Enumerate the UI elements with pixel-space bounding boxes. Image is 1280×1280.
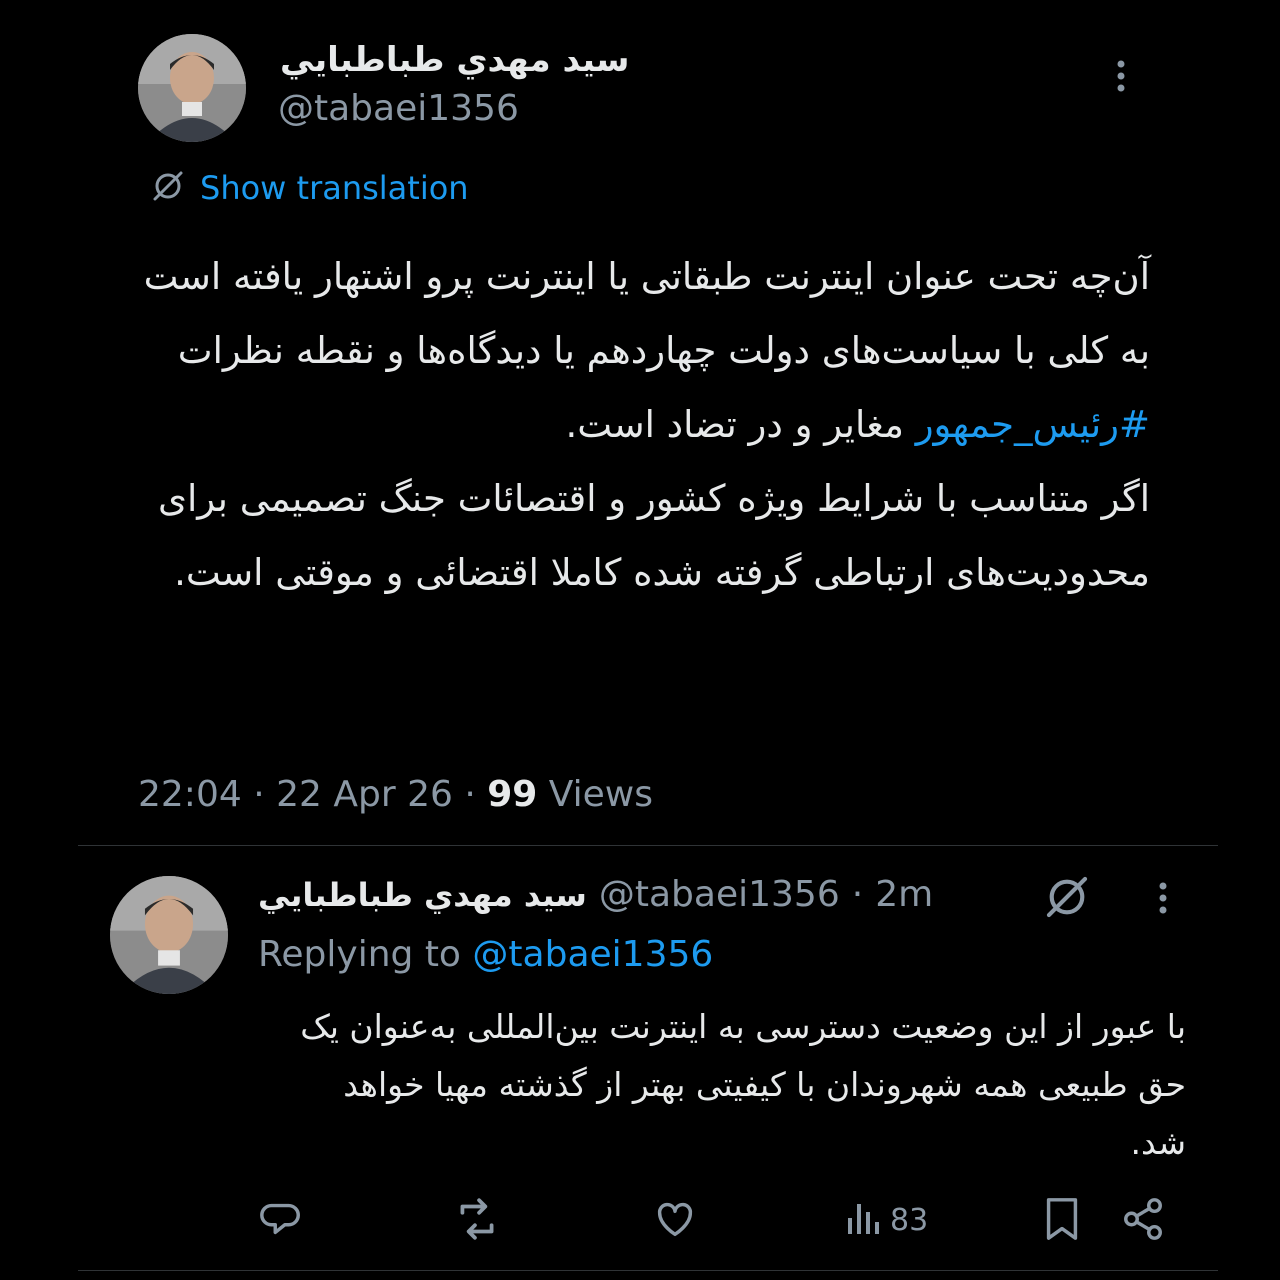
reply-age[interactable]: 2m bbox=[875, 874, 933, 915]
tweet-date[interactable]: 22 Apr 26 bbox=[276, 774, 453, 815]
author-handle[interactable]: @tabaei1356 bbox=[278, 88, 519, 129]
divider bbox=[78, 845, 1218, 846]
translate-icon[interactable] bbox=[1042, 872, 1092, 926]
translate-icon bbox=[150, 168, 186, 208]
views-count: 99 bbox=[487, 774, 538, 815]
bookmark-icon[interactable] bbox=[1042, 1196, 1082, 1246]
reply-author-name[interactable]: سيد مهدي طباطبايي bbox=[258, 876, 587, 914]
avatar[interactable] bbox=[138, 34, 246, 142]
reply-author-handle[interactable]: @tabaei1356 bbox=[599, 874, 840, 915]
more-icon[interactable] bbox=[1148, 878, 1178, 918]
replying-label: Replying to bbox=[258, 934, 461, 975]
tweet-time[interactable]: 22:04 bbox=[138, 774, 242, 815]
reply-icon[interactable] bbox=[258, 1196, 304, 1246]
reply-avatar[interactable] bbox=[110, 876, 228, 994]
views-button[interactable]: 83 bbox=[846, 1196, 928, 1244]
author-name[interactable]: سيد مهدي طباطبايي bbox=[280, 40, 629, 80]
share-icon[interactable] bbox=[1120, 1196, 1166, 1246]
tweet-body: آن‌چه تحت عنوان اینترنت طبقاتی یا اینترن… bbox=[140, 240, 1150, 610]
reply-body: با عبور از این وضعیت دسترسی به اینترنت ب… bbox=[300, 1007, 1186, 1162]
tweet-paragraph-2: اگر متناسب با شرایط ویژه کشور و اقتصائات… bbox=[158, 477, 1150, 594]
like-icon[interactable] bbox=[652, 1196, 698, 1246]
divider bbox=[78, 1270, 1218, 1271]
retweet-icon[interactable] bbox=[452, 1194, 502, 1248]
replying-to: Replying to @tabaei1356 bbox=[258, 934, 713, 975]
show-translation-label: Show translation bbox=[200, 169, 469, 207]
tweet-paragraph-1: آن‌چه تحت عنوان اینترنت طبقاتی یا اینترن… bbox=[143, 255, 1150, 446]
views-icon bbox=[846, 1196, 882, 1244]
reply-views-count: 83 bbox=[890, 1202, 929, 1238]
replying-handle-link[interactable]: @tabaei1356 bbox=[472, 934, 713, 975]
reply-header: سيد مهدي طباطبايي @tabaei1356 · 2m bbox=[258, 874, 934, 915]
more-icon[interactable] bbox=[1106, 56, 1136, 96]
hashtag-link[interactable]: #رئیس_جمهور bbox=[916, 403, 1150, 446]
show-translation-link[interactable]: Show translation bbox=[150, 168, 469, 208]
views-label: Views bbox=[548, 774, 653, 815]
tweet-meta: 22:04 · 22 Apr 26 · 99 Views bbox=[138, 774, 653, 815]
